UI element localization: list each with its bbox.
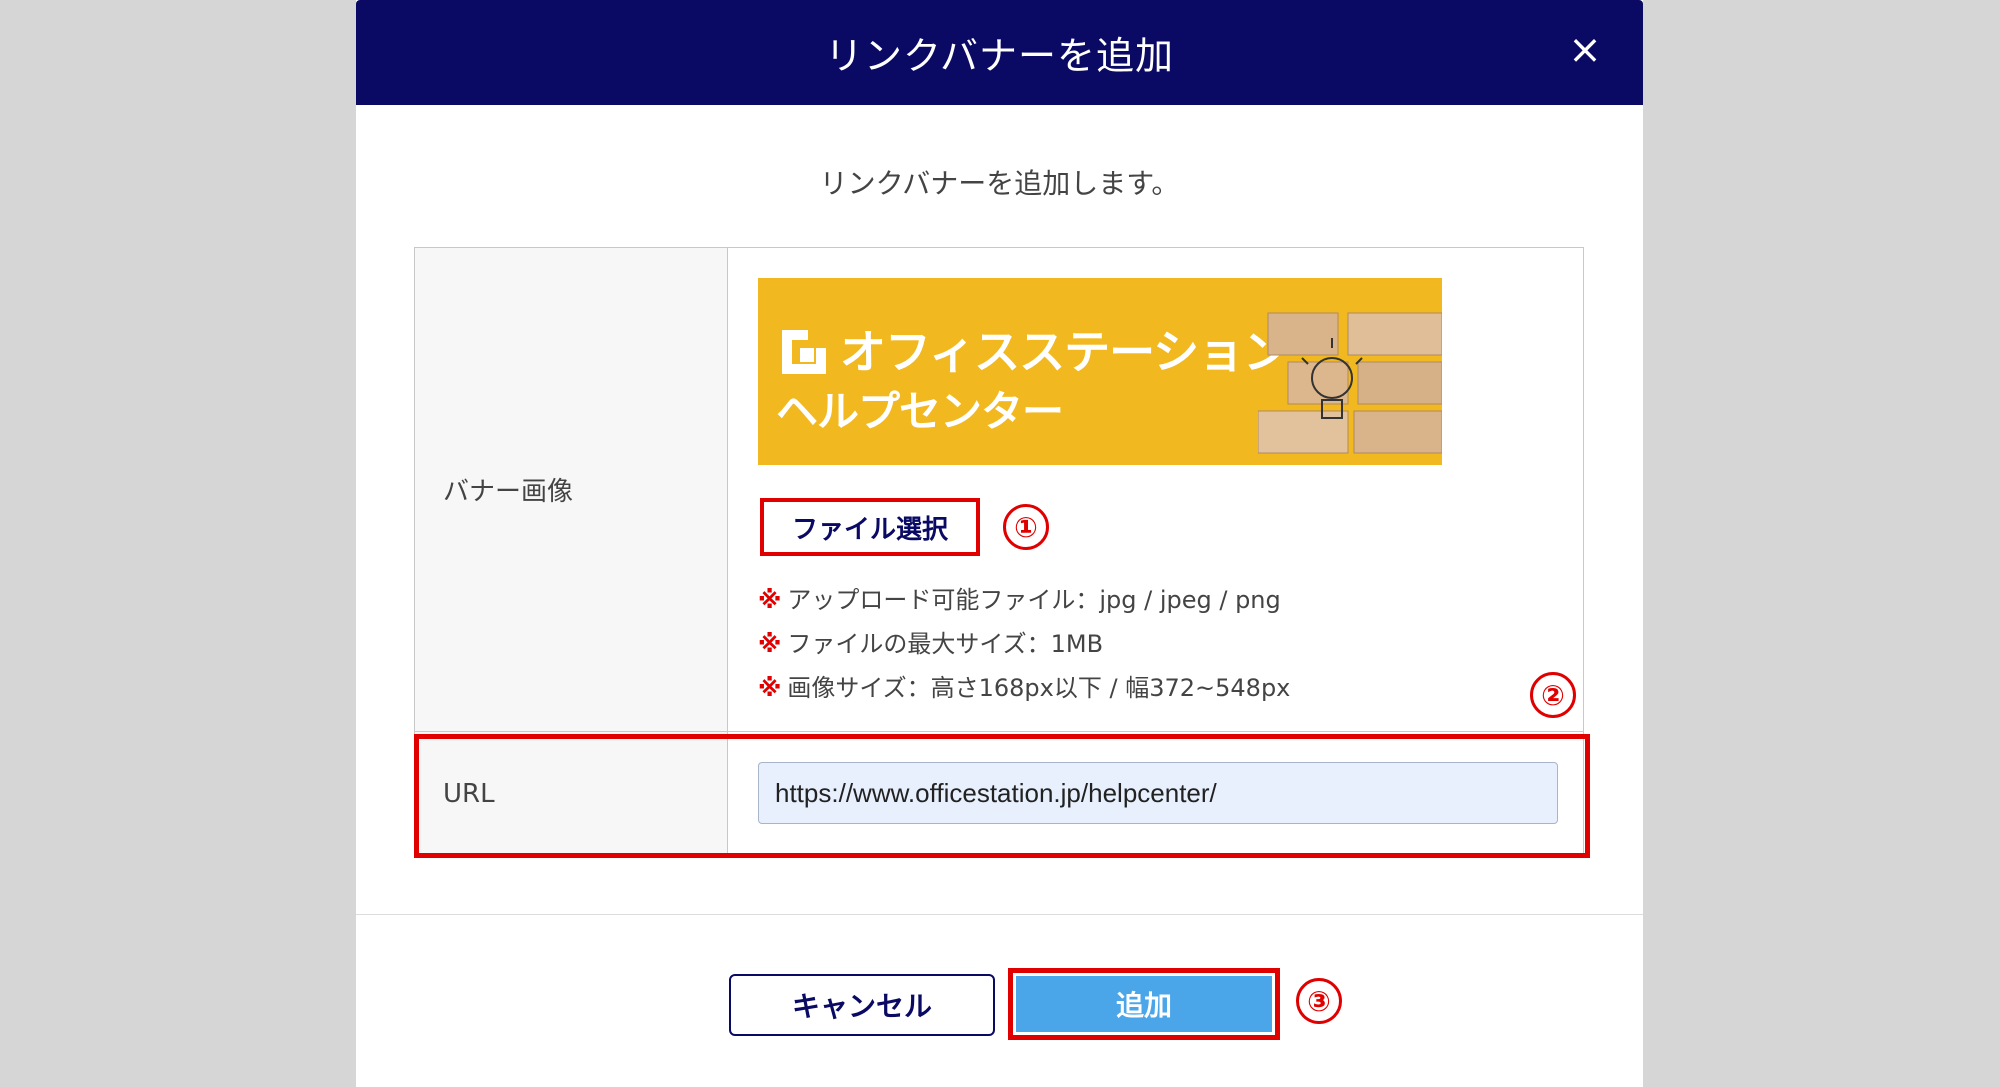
note-image-size: ※ 画像サイズ：高さ168px以下 / 幅372~548px: [758, 666, 1290, 710]
note-max-size: ※ ファイルの最大サイズ：1MB: [758, 622, 1290, 666]
note-mark: ※: [758, 630, 782, 658]
callout-2: ②: [1530, 672, 1576, 718]
add-button[interactable]: 追加: [1016, 976, 1272, 1032]
note-text: アップロード可能ファイル：jpg / jpeg / png: [787, 586, 1281, 614]
note-text: ファイルの最大サイズ：1MB: [787, 630, 1104, 658]
cancel-button[interactable]: キャンセル: [729, 974, 995, 1036]
upload-notes: ※ アップロード可能ファイル：jpg / jpeg / png ※ ファイルの最大サ…: [758, 578, 1290, 710]
url-input[interactable]: [758, 762, 1558, 824]
note-mark: ※: [758, 674, 782, 702]
office-station-logo-icon: [782, 330, 826, 374]
banner-image-preview: オフィスステーション ヘルプセンター: [758, 278, 1442, 465]
banner-label: バナー画像: [415, 248, 728, 731]
modal-subtitle: リンクバナーを追加します。: [819, 167, 1180, 200]
banner-text-line1: オフィスステーション: [840, 325, 1289, 379]
add-button-highlight: 追加: [1008, 968, 1280, 1040]
form-table: バナー画像 オフィスステーション ヘルプセンター ファイル選択 ① ※ アップロ…: [414, 247, 1584, 856]
callout-3: ③: [1296, 978, 1342, 1024]
close-icon[interactable]: ×: [1565, 30, 1605, 70]
note-mark: ※: [758, 586, 782, 614]
modal-header: リンクバナーを追加 ×: [356, 0, 1643, 105]
note-file-types: ※ アップロード可能ファイル：jpg / jpeg / png: [758, 578, 1290, 622]
wooden-blocks-lightbulb-icon: [1258, 312, 1442, 454]
add-link-banner-modal: リンクバナーを追加 × リンクバナーを追加します。 バナー画像 オフィスステーシ…: [356, 0, 1643, 1087]
file-select-button[interactable]: ファイル選択: [760, 498, 980, 556]
banner-row: バナー画像 オフィスステーション ヘルプセンター ファイル選択 ① ※ アップロ…: [415, 248, 1583, 732]
url-label: URL: [415, 732, 728, 856]
callout-1: ①: [1003, 504, 1049, 550]
url-row: URL: [415, 732, 1583, 856]
modal-title: リンクバナーを追加: [824, 34, 1175, 78]
banner-text-line2: ヘルプセンター: [776, 387, 1064, 436]
note-text: 画像サイズ：高さ168px以下 / 幅372~548px: [787, 674, 1291, 702]
footer-divider: [356, 914, 1643, 915]
